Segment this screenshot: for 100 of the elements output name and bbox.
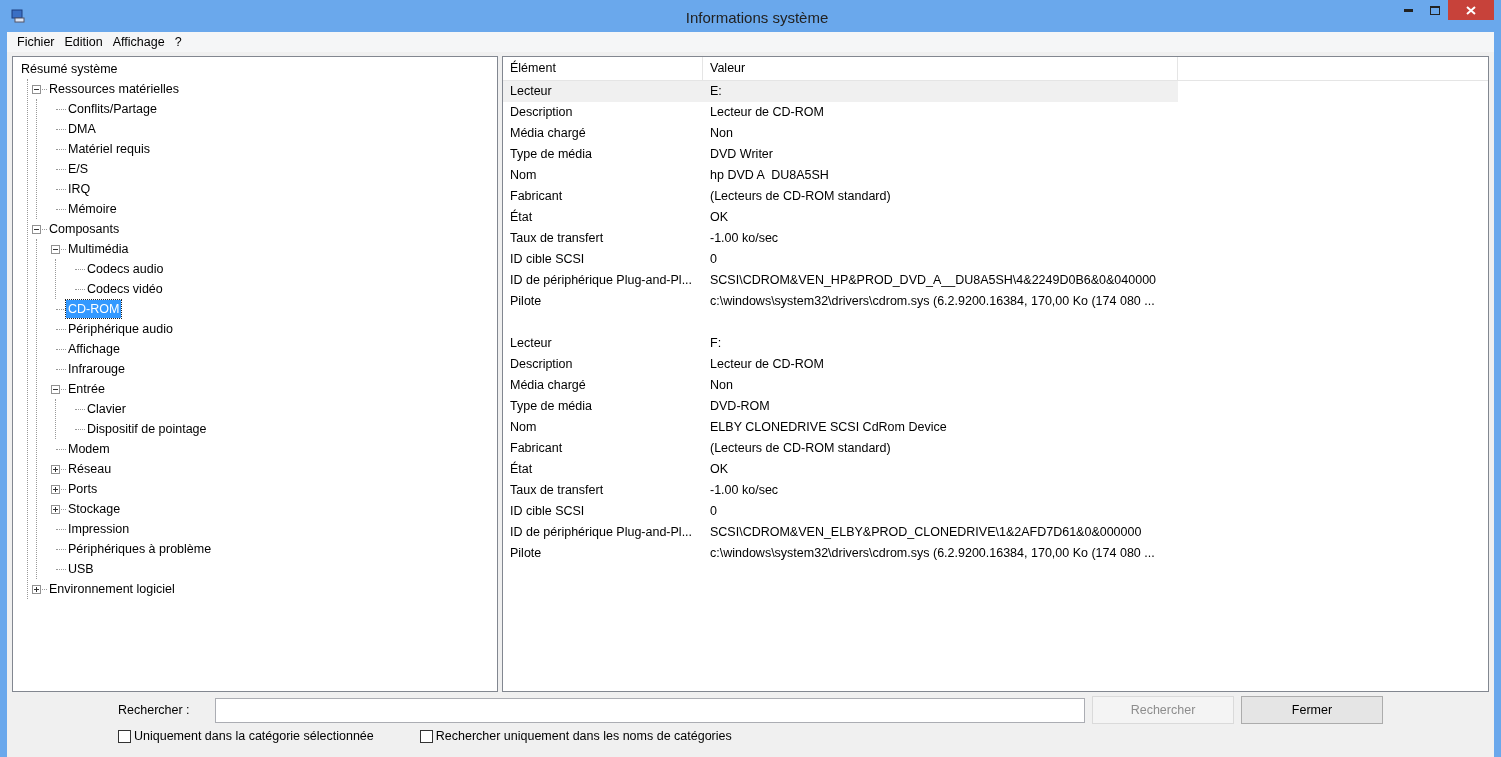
table-row[interactable]: ID de périphérique Plug-and-Pl... SCSI\CDROM&VEN_ELBY&PROD_CLONEDRIVE\1&2AFD7D61&0&000000	[503, 522, 1178, 543]
table-cell-text: Description	[509, 356, 574, 374]
window-title: Informations système	[684, 8, 830, 28]
tree-item[interactable]: Composants	[47, 219, 122, 239]
table-row[interactable]: Fabricant (Lecteurs de CD-ROM standard)	[503, 186, 1178, 207]
table-row[interactable]: Type de média DVD Writer	[503, 144, 1178, 165]
table-cell-text: (Lecteurs de CD-ROM standard)	[709, 440, 892, 458]
table-cell-text: Média chargé	[509, 377, 587, 395]
menu-item[interactable]: ?	[169, 32, 187, 52]
table-cell-text: 0	[709, 503, 718, 521]
table-row[interactable]: Fabricant (Lecteurs de CD-ROM standard)	[503, 438, 1178, 459]
tree-item[interactable]: Mémoire	[66, 199, 119, 219]
tree-item[interactable]: Périphériques à problème	[66, 539, 214, 559]
table-cell-text: Média chargé	[509, 125, 587, 143]
checkbox[interactable]	[419, 729, 433, 743]
tree-item[interactable]: USB	[66, 559, 96, 579]
maximize-icon	[1429, 5, 1440, 15]
search-field[interactable]	[215, 697, 1085, 723]
checkbox[interactable]	[118, 729, 131, 743]
expand-toggle[interactable]	[51, 504, 60, 514]
collapse-toggle[interactable]	[51, 384, 60, 394]
table-cell-text: Lecteur	[509, 83, 553, 101]
table-row[interactable]: ID de périphérique Plug-and-Pl... SCSI\CDROM&VEN_HP&PROD_DVD_A__DU8A5SH\4&2249D0B6&0&040000	[503, 270, 1178, 291]
tree-item[interactable]: Conflits/Partage	[66, 99, 159, 119]
close-icon	[1466, 5, 1476, 15]
tree-item[interactable]: Réseau	[66, 459, 114, 479]
table-cell-text: Nom	[509, 167, 538, 185]
collapse-toggle[interactable]	[51, 244, 60, 254]
table-row[interactable]: État OK	[503, 459, 1178, 480]
column-header[interactable]: Valeur	[703, 57, 1178, 80]
table-cell-text: Non	[709, 377, 734, 395]
table-cell-text: État	[509, 460, 534, 479]
table-cell-text: OK	[709, 209, 730, 227]
tree-item[interactable]: Environnement logiciel	[47, 579, 177, 599]
table-cell-text: Description	[509, 104, 574, 122]
table-cell-text: F:	[709, 335, 723, 353]
table-row[interactable]: ID cible SCSI 0	[503, 249, 1178, 270]
menu-item[interactable]: Fichier	[12, 32, 60, 52]
tree-item[interactable]: IRQ	[66, 179, 93, 199]
tree-item[interactable]: Multimédia	[66, 239, 131, 259]
table-cell-text: Type de média	[509, 398, 593, 416]
table-cell-text: Type de média	[509, 146, 593, 164]
expand-toggle[interactable]	[51, 464, 60, 474]
tree-item[interactable]: Clavier	[85, 399, 128, 419]
tree-item[interactable]: Impression	[66, 519, 132, 539]
table-row[interactable]: État OK	[503, 207, 1178, 228]
table-cell-text: ID de périphérique Plug-and-Pl...	[509, 272, 694, 290]
table-cell-text: -1.00 ko/sec	[709, 482, 780, 500]
menu-item[interactable]: Affichage	[107, 32, 170, 52]
expand-toggle[interactable]	[32, 584, 41, 594]
table-row[interactable]: Pilote c:\windows\system32\drivers\cdrom.sys (6.2.9200.16384, 170,00 Ko (174 080 ...	[503, 543, 1178, 564]
table-row[interactable]: Lecteur E:	[503, 81, 1178, 102]
table-cell-text: ID de périphérique Plug-and-Pl...	[509, 524, 694, 542]
table-row[interactable]: Taux de transfert -1.00 ko/sec	[503, 480, 1178, 501]
tree-item[interactable]: Résumé système	[19, 59, 120, 79]
table-row[interactable]: ID cible SCSI 0	[503, 501, 1178, 522]
table-row[interactable]: Taux de transfert -1.00 ko/sec	[503, 228, 1178, 249]
table-cell-text: ID cible SCSI	[509, 251, 586, 269]
collapse-toggle[interactable]	[32, 224, 41, 234]
table-row[interactable]: Média chargé Non	[503, 375, 1178, 396]
tree-item[interactable]: Périphérique audio	[66, 319, 175, 339]
table-row[interactable]: Type de média DVD-ROM	[503, 396, 1178, 417]
table-cell-text: c:\windows\system32\drivers\cdrom.sys (6.2.9200.16384, 170,00 Ko (174 080 ...	[709, 545, 1156, 563]
close-button[interactable]	[1448, 0, 1494, 20]
menu-item[interactable]: Edition	[59, 32, 108, 52]
column-header[interactable]: Élément	[503, 57, 703, 80]
table-row[interactable]: Pilote c:\windows\system32\drivers\cdrom.sys (6.2.9200.16384, 170,00 Ko (174 080 ...	[503, 291, 1178, 312]
checkbox-label[interactable]: Rechercher uniquement dans les noms de catégories	[435, 727, 732, 746]
table-cell-text: Taux de transfert	[509, 230, 605, 248]
tree-item[interactable]: DMA	[66, 119, 98, 139]
plus-icon	[53, 466, 58, 472]
checkbox-label[interactable]: Uniquement dans la catégorie sélectionnée	[134, 727, 374, 746]
tree-item[interactable]: Ports	[66, 479, 100, 499]
tree-item[interactable]: Ressources matérielles	[47, 79, 181, 99]
tree-item[interactable]: Modem	[66, 439, 112, 459]
close-dialog-button[interactable]: Fermer	[1241, 696, 1383, 724]
table-cell-text: (Lecteurs de CD-ROM standard)	[709, 188, 892, 206]
tree-item[interactable]: Infrarouge	[66, 359, 127, 379]
expand-toggle[interactable]	[51, 484, 60, 494]
table-cell-text: Non	[709, 125, 734, 143]
tree-item[interactable]: Dispositif de pointage	[85, 419, 209, 439]
table-row[interactable]: Description Lecteur de CD-ROM	[503, 102, 1178, 123]
tree-item[interactable]: E/S	[66, 159, 91, 179]
tree-item[interactable]: Entrée	[66, 379, 107, 399]
tree-item[interactable]: Codecs vidéo	[85, 279, 165, 299]
tree-item[interactable]: Matériel requis	[66, 139, 152, 159]
table-cell-text: 0	[709, 251, 718, 269]
table-row[interactable]: Description Lecteur de CD-ROM	[503, 354, 1178, 375]
table-row[interactable]: Nom ELBY CLONEDRIVE SCSI CdRom Device	[503, 417, 1178, 438]
table-row[interactable]: Lecteur F:	[503, 333, 1178, 354]
table-row[interactable]: Média chargé Non	[503, 123, 1178, 144]
table-cell-text: Nom	[509, 419, 538, 437]
tree-item[interactable]: Stockage	[66, 499, 123, 519]
table-cell-text: Lecteur de CD-ROM	[709, 356, 825, 374]
table-cell-text: SCSI\CDROM&VEN_HP&PROD_DVD_A__DU8A5SH\4&2249D0B6&0&040000	[709, 272, 1158, 290]
tree-item[interactable]: Affichage	[66, 339, 122, 359]
table-row[interactable]: Nom hp DVD A DU8A5SH	[503, 165, 1178, 186]
tree-item[interactable]: Codecs audio	[85, 259, 166, 279]
table-cell-text: Pilote	[509, 293, 543, 311]
collapse-toggle[interactable]	[32, 84, 41, 94]
